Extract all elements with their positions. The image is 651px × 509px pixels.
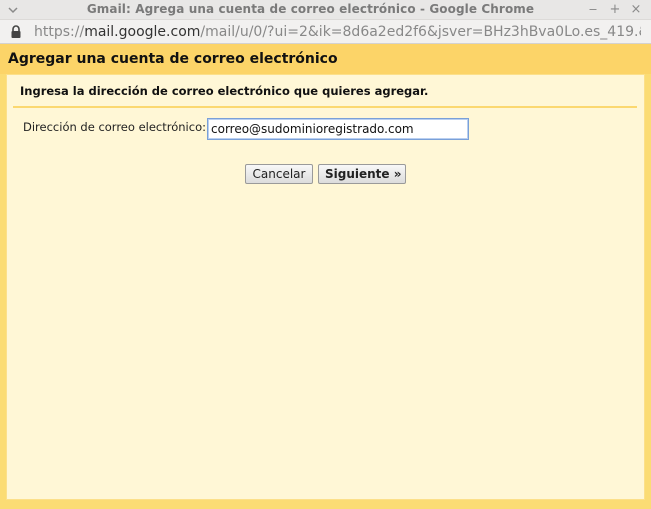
page-content: Agregar una cuenta de correo electrónico… [0, 44, 651, 509]
title-bar: Gmail: Agrega una cuenta de correo elect… [0, 0, 651, 20]
lock-icon [11, 25, 21, 38]
browser-popup-window: Gmail: Agrega una cuenta de correo elect… [0, 0, 651, 509]
close-button[interactable]: × [628, 2, 644, 18]
minimize-button[interactable]: ‒ [585, 2, 601, 18]
dialog-title: Agregar una cuenta de correo electrónico [8, 51, 338, 67]
cancel-button[interactable]: Cancelar [245, 164, 313, 184]
url-path: /mail/u/0/?ui=2&ik=8d6a2ed2f6&jsver=BHz3… [200, 24, 641, 40]
window-menu-icon[interactable] [8, 5, 18, 15]
dialog-header: Agregar una cuenta de correo electrónico [0, 44, 651, 74]
address-bar[interactable]: https://mail.google.com/mail/u/0/?ui=2&i… [0, 20, 651, 44]
email-field[interactable] [207, 118, 469, 140]
email-label: Dirección de correo electrónico: [23, 120, 206, 134]
url-text[interactable]: https://mail.google.com/mail/u/0/?ui=2&i… [34, 22, 641, 42]
window-title: Gmail: Agrega una cuenta de correo elect… [86, 2, 535, 16]
instruction-text: Ingresa la dirección de correo electróni… [20, 84, 429, 98]
maximize-button[interactable]: + [607, 2, 623, 18]
url-scheme: https:// [34, 24, 85, 40]
url-host: mail.google.com [84, 24, 201, 40]
next-button[interactable]: Siguiente » [318, 164, 406, 184]
divider [13, 106, 637, 108]
dialog-body: Ingresa la dirección de correo electróni… [6, 74, 645, 500]
